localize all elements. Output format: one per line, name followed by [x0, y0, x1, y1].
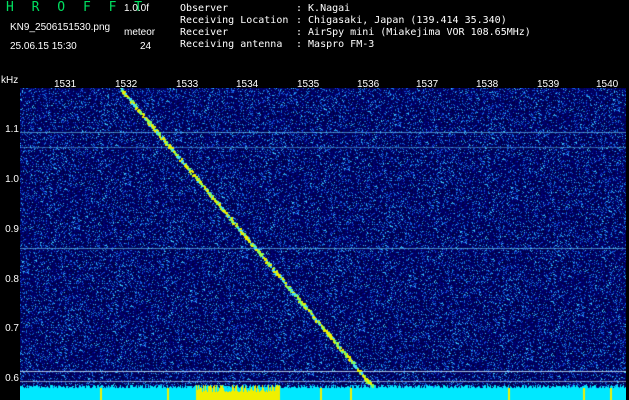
receiver-value: : AirSpy mini (Miakejima VOR 108.65MHz) [296, 27, 531, 38]
y-tick-label: 0.8 [5, 274, 19, 285]
y-tick-label: 0.7 [5, 323, 19, 334]
spectrogram-canvas [20, 88, 626, 400]
y-axis-unit: kHz [1, 75, 19, 86]
location-key: Receiving Location [180, 15, 289, 26]
filename-label: KN9_2506151530.png [10, 22, 111, 33]
location-value: : Chigasaki, Japan (139.414 35.340) [296, 15, 507, 26]
antenna-key: Receiving antenna [180, 39, 283, 50]
meteor-count: 24 [140, 41, 152, 52]
header-panel: H R O F F T 1.0.0f KN9_2506151530.png me… [0, 0, 629, 78]
observer-value: : K.Nagai [296, 3, 351, 14]
y-tick-label: 1.1 [5, 124, 19, 135]
observer-key: Observer [180, 3, 229, 14]
antenna-value: : Maspro FM-3 [296, 39, 375, 50]
y-tick-label: 1.0 [5, 174, 19, 185]
y-tick-label: 0.6 [5, 373, 19, 384]
version-label: 1.0.0f [124, 3, 150, 14]
meteor-label: meteor [124, 27, 156, 38]
receiver-key: Receiver [180, 27, 229, 38]
datetime-label: 25.06.15 15:30 [10, 41, 77, 52]
y-tick-label: 0.9 [5, 224, 19, 235]
